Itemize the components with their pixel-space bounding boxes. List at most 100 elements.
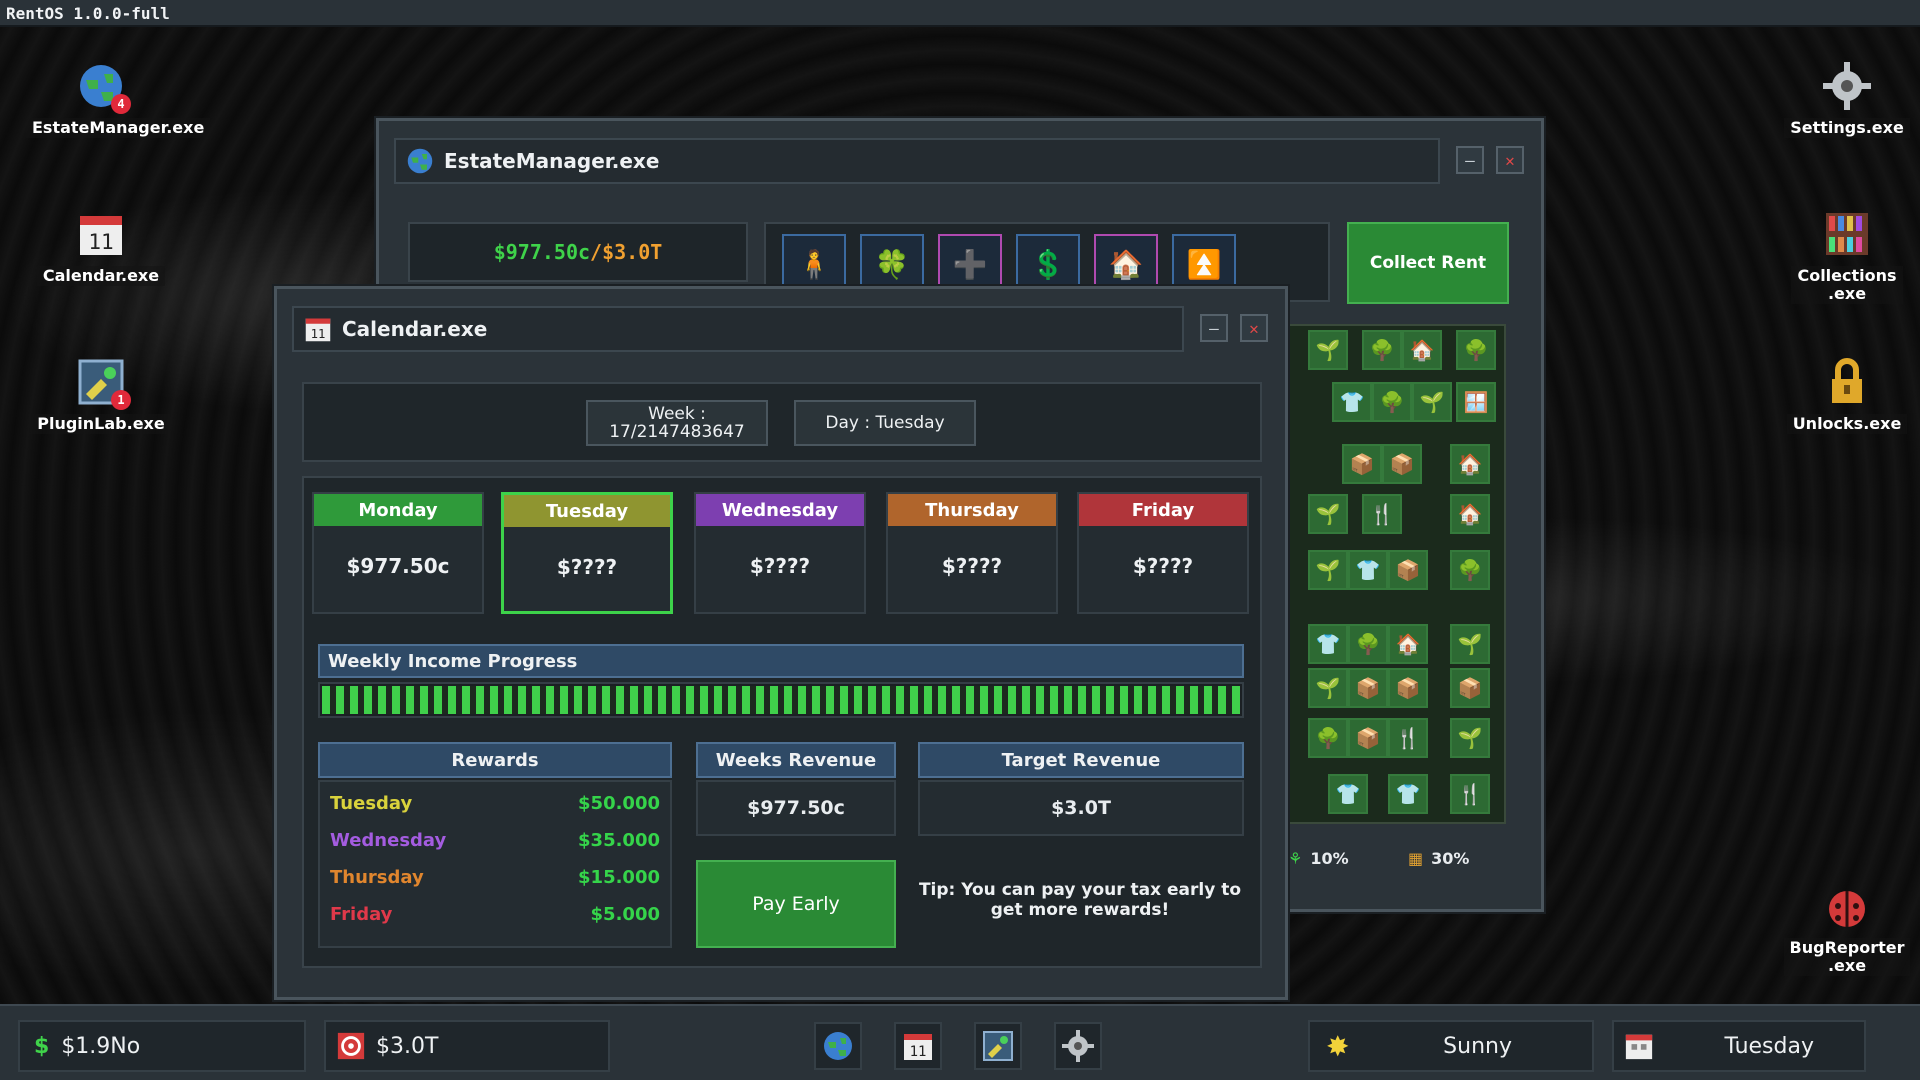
grid-cell[interactable]: 🌳 <box>1372 382 1412 422</box>
taskbar-weather: ✸ Sunny <box>1308 1020 1594 1072</box>
day-card-wednesday[interactable]: Wednesday $???? <box>694 492 866 614</box>
stat-value: 30% <box>1431 848 1470 868</box>
money-value: $1.9No <box>61 1033 141 1059</box>
upgrade-tool-icon[interactable]: ⏫ <box>1172 234 1236 294</box>
clover-tool-icon[interactable]: 🍀 <box>860 234 924 294</box>
grid-cell[interactable]: 🪟 <box>1456 382 1496 422</box>
grid-cell[interactable]: 👕 <box>1332 382 1372 422</box>
day-card-value: $???? <box>556 555 618 579</box>
calendar-titlebar[interactable]: 11 Calendar.exe <box>292 306 1184 352</box>
worker-tool-icon[interactable]: 🧍 <box>782 234 846 294</box>
reward-row: Tuesday $50.000 <box>330 788 660 818</box>
estate-money-display: $977.50c/$3.0T <box>408 222 748 282</box>
day-card-value: $???? <box>749 554 811 578</box>
reward-day: Thursday <box>330 866 424 888</box>
plugin-tool-icon[interactable]: ➕ <box>938 234 1002 294</box>
grid-cell[interactable]: 📦 <box>1382 444 1422 484</box>
grid-cell[interactable]: 📦 <box>1388 550 1428 590</box>
grid-cell[interactable]: 🏠 <box>1450 494 1490 534</box>
minimize-button[interactable]: — <box>1456 146 1484 174</box>
desktop-icon-settings[interactable]: Settings.exe <box>1772 60 1920 138</box>
grid-cell[interactable]: 🏠 <box>1388 624 1428 664</box>
house-tool-icon[interactable]: 🏠 <box>1094 234 1158 294</box>
globe-icon: 4 <box>75 60 131 114</box>
grid-cell[interactable]: 🌱 <box>1308 494 1348 534</box>
dollar-tool-icon[interactable]: 💲 <box>1016 234 1080 294</box>
reward-row: Wednesday $35.000 <box>330 825 660 855</box>
grid-cell[interactable]: 🍴 <box>1362 494 1402 534</box>
desktop-icon-label: BugReporter .exe <box>1783 938 1911 976</box>
taskbar-settings-button[interactable] <box>1054 1022 1102 1070</box>
day-card-tuesday[interactable]: Tuesday $???? <box>501 492 673 614</box>
weeks-revenue-value: $977.50c <box>696 780 896 836</box>
grid-cell[interactable]: 🌱 <box>1450 718 1490 758</box>
globe-icon <box>406 147 434 175</box>
taskbar-calendar-button[interactable]: 11 <box>894 1022 942 1070</box>
grid-cell[interactable]: 🌱 <box>1308 550 1348 590</box>
grid-cell[interactable]: 🏠 <box>1450 444 1490 484</box>
close-button[interactable]: ✕ <box>1240 314 1268 342</box>
taskbar-estatemanager-button[interactable] <box>814 1022 862 1070</box>
grid-cell[interactable]: 🍴 <box>1450 774 1490 814</box>
desktop-icon-unlocks[interactable]: Unlocks.exe <box>1772 356 1920 434</box>
svg-text:11: 11 <box>910 1044 927 1060</box>
desktop-icon-estatemanager[interactable]: 4 EstateManager.exe <box>26 60 211 138</box>
grid-cell[interactable]: 🌳 <box>1362 330 1402 370</box>
bookshelf-icon <box>1821 208 1873 260</box>
day-card-value: $???? <box>941 554 1003 578</box>
estate-grid[interactable]: 🌱 🌳 🏠 🌳 👕 🌳 🌱 🪟 📦 📦 🏠 🌱 🍴 🏠 🌱 👕 📦 🌳 👕 🌳 … <box>1280 324 1506 824</box>
grid-cell[interactable]: 📦 <box>1348 718 1388 758</box>
calendar-icon: 11 <box>304 315 332 343</box>
grid-cell[interactable]: 📦 <box>1388 668 1428 708</box>
grid-cell[interactable]: 📦 <box>1348 668 1388 708</box>
weekly-progress-header: Weekly Income Progress <box>318 644 1244 678</box>
window-title: EstateManager.exe <box>444 149 660 173</box>
day-card-monday[interactable]: Monday $977.50c <box>312 492 484 614</box>
taskbar-pluginlab-button[interactable] <box>974 1022 1022 1070</box>
grid-cell[interactable]: 🌳 <box>1348 624 1388 664</box>
day-card-friday[interactable]: Friday $???? <box>1077 492 1249 614</box>
desktop-icon-collections[interactable]: Collections .exe <box>1772 208 1920 304</box>
grid-cell[interactable]: 🍴 <box>1388 718 1428 758</box>
grid-cell[interactable]: 🏠 <box>1402 330 1442 370</box>
reward-day: Tuesday <box>330 792 413 814</box>
desktop-icon-label: Settings.exe <box>1784 118 1910 138</box>
grid-cell[interactable]: 👕 <box>1328 774 1368 814</box>
grid-cell[interactable]: 👕 <box>1388 774 1428 814</box>
grid-cell[interactable]: 🌳 <box>1308 718 1348 758</box>
grid-cell[interactable]: 📦 <box>1450 668 1490 708</box>
dollar-icon: $ <box>34 1033 50 1059</box>
reward-row: Friday $5.000 <box>330 899 660 929</box>
grid-cell[interactable]: 👕 <box>1348 550 1388 590</box>
grid-cell[interactable]: 🌳 <box>1450 550 1490 590</box>
day-value: Tuesday <box>1724 1033 1814 1059</box>
calendar-icon <box>1624 1031 1654 1061</box>
desktop-icon-label: PluginLab.exe <box>31 414 171 434</box>
grid-cell[interactable]: 🌱 <box>1412 382 1452 422</box>
taskbar-money: $ $1.9No <box>18 1020 306 1072</box>
grid-cell[interactable]: 🌱 <box>1308 668 1348 708</box>
grid-cell[interactable]: 🌱 <box>1308 330 1348 370</box>
estate-stat: ⚘ 10% <box>1288 840 1349 876</box>
minimize-button[interactable]: — <box>1200 314 1228 342</box>
pay-early-button[interactable]: Pay Early <box>696 860 896 948</box>
day-card-thursday[interactable]: Thursday $???? <box>886 492 1058 614</box>
grid-cell[interactable]: 👕 <box>1308 624 1348 664</box>
money-target: /$3.0T <box>590 240 663 264</box>
reward-amount: $35.000 <box>578 829 660 851</box>
collect-rent-button[interactable]: Collect Rent <box>1347 222 1509 304</box>
weeks-revenue-header: Weeks Revenue <box>696 742 896 778</box>
taskbar: $ $1.9No $3.0T 11 ✸ Sunny Tuesday <box>0 1004 1920 1080</box>
estatemanager-titlebar[interactable]: EstateManager.exe <box>394 138 1440 184</box>
desktop-icon-pluginlab[interactable]: 1 PluginLab.exe <box>26 356 176 434</box>
money-current: $977.50c <box>493 240 591 264</box>
desktop-icon-bugreporter[interactable]: BugReporter .exe <box>1772 880 1920 976</box>
desktop-icon-calendar[interactable]: 11 Calendar.exe <box>26 208 176 286</box>
close-button[interactable]: ✕ <box>1496 146 1524 174</box>
grid-cell[interactable]: 🌳 <box>1456 330 1496 370</box>
notification-badge: 1 <box>111 390 131 410</box>
rewards-list: Tuesday $50.000 Wednesday $35.000 Thursd… <box>318 780 672 948</box>
grid-cell[interactable]: 🌱 <box>1450 624 1490 664</box>
day-card-header: Wednesday <box>696 494 864 526</box>
grid-cell[interactable]: 📦 <box>1342 444 1382 484</box>
